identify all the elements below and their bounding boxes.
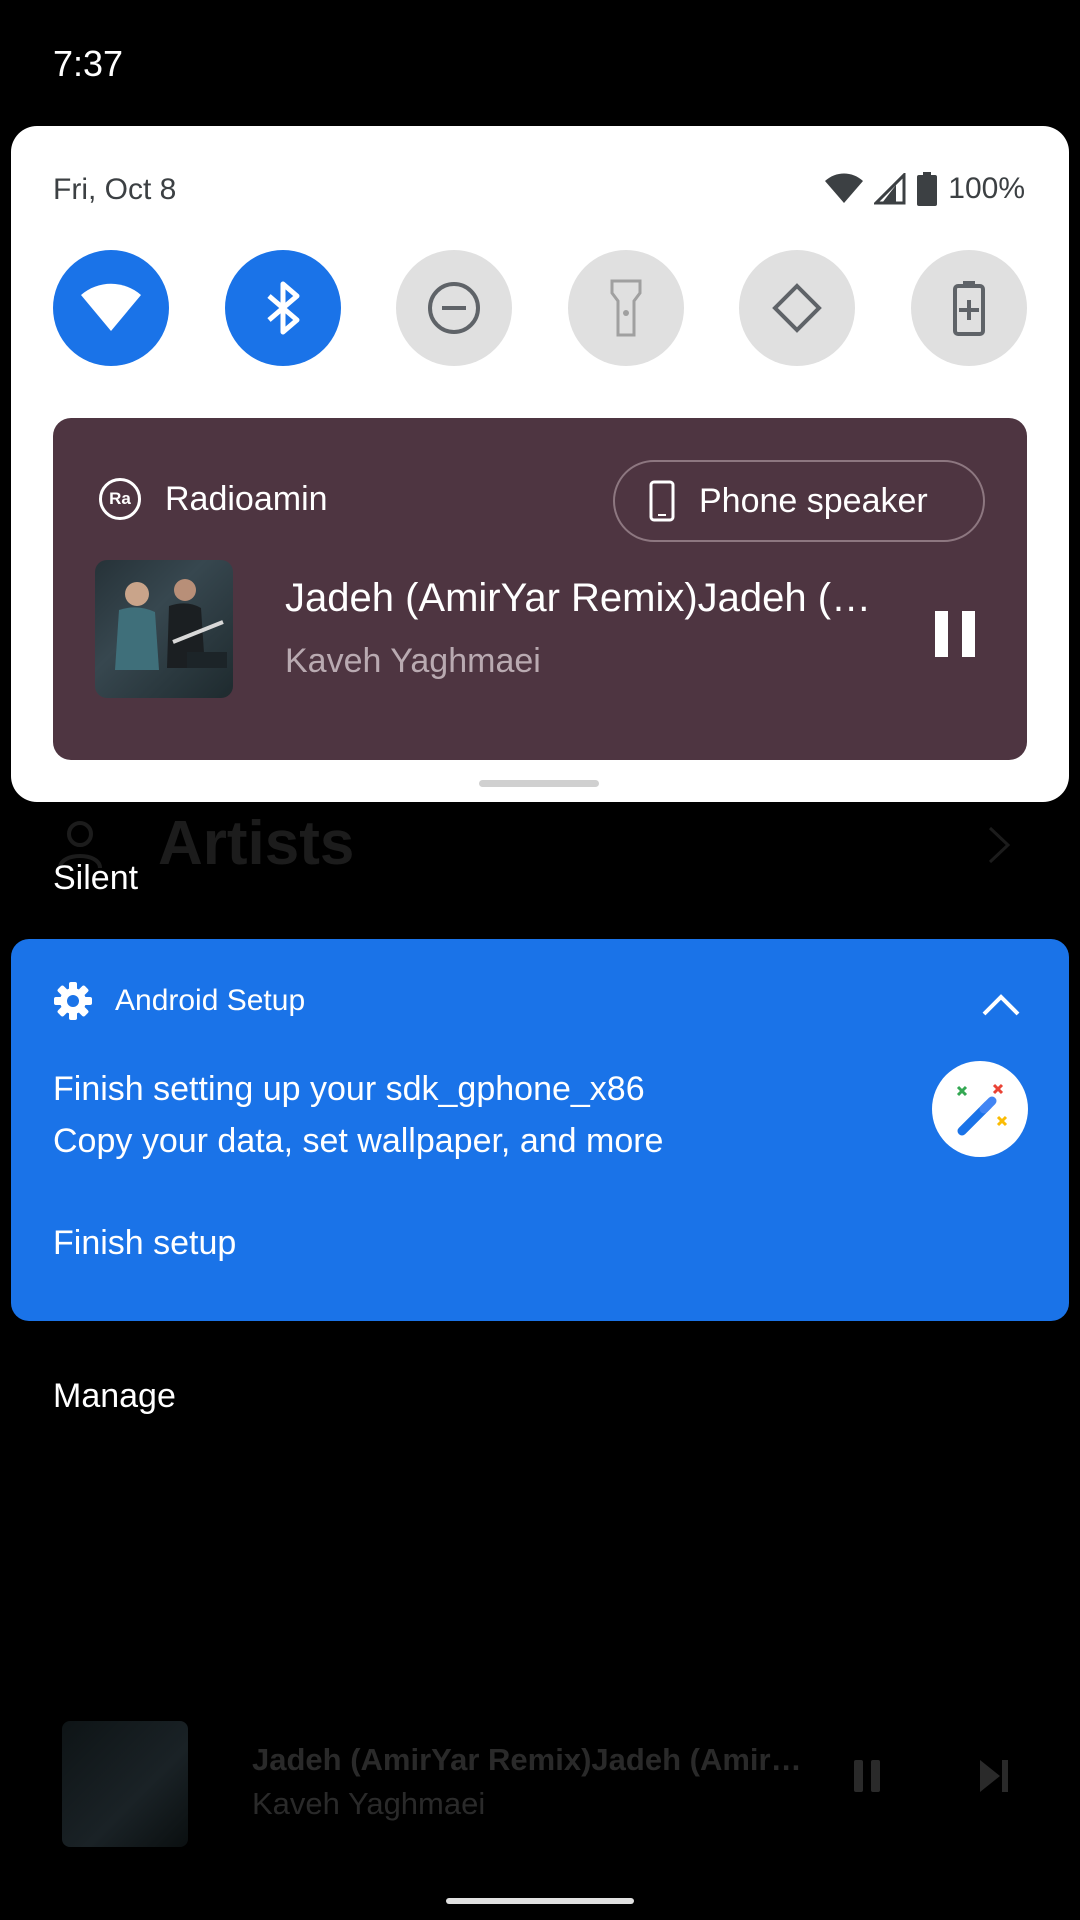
- battery-percent: 100%: [948, 172, 1025, 205]
- radioamin-app-icon: Ra: [99, 478, 141, 520]
- qs-tiles: [53, 250, 1029, 366]
- chevron-up-icon: [982, 994, 1020, 1016]
- gesture-navigation-handle[interactable]: [446, 1898, 634, 1904]
- output-label: Phone speaker: [699, 481, 928, 520]
- finish-setup-button[interactable]: Finish setup: [53, 1221, 236, 1265]
- flashlight-icon: [610, 279, 642, 337]
- notification-header: Android Setup: [53, 981, 305, 1021]
- media-card[interactable]: Ra Radioamin Phone speaker Jadeh (AmirYa…: [53, 418, 1027, 760]
- background-mini-player: Jadeh (AmirYar Remix)Jadeh (Amir… Kaveh …: [0, 1712, 1080, 1852]
- artists-label: Artists: [158, 809, 355, 878]
- mini-pause-icon: [854, 1760, 880, 1792]
- magic-wand-icon: [956, 1083, 1008, 1136]
- silent-section-label: Silent: [53, 859, 139, 897]
- android-setup-notification[interactable]: Android Setup Finish setting up your sdk…: [11, 939, 1069, 1321]
- background-artists-row: Artists: [58, 808, 1028, 880]
- wifi-tile[interactable]: [53, 250, 169, 366]
- chevron-right-icon: [988, 826, 1011, 864]
- phone-icon: [649, 480, 675, 522]
- album-art-image: [115, 579, 227, 670]
- auto-rotate-tile[interactable]: [739, 250, 855, 366]
- manage-button[interactable]: Manage: [53, 1374, 176, 1418]
- battery-saver-tile[interactable]: [911, 250, 1027, 366]
- notification-title: Finish setting up your sdk_gphone_x86: [53, 1070, 645, 1108]
- status-time: 7:37: [53, 43, 124, 84]
- signal-icon: [874, 173, 906, 205]
- media-app-header: Ra Radioamin: [99, 478, 328, 520]
- qs-status-icons: 100%: [824, 168, 1025, 210]
- bluetooth-icon: [267, 281, 300, 335]
- mini-player-title: Jadeh (AmirYar Remix)Jadeh (Amir…: [252, 1742, 802, 1777]
- notification-app-name: Android Setup: [115, 984, 306, 1017]
- mini-player-album-art: [62, 1721, 188, 1847]
- auto-rotate-icon: [772, 283, 822, 333]
- battery-saver-icon: [953, 281, 985, 336]
- wifi-status-icon: [825, 173, 864, 203]
- notification-text: Copy your data, set wallpaper, and more: [53, 1122, 664, 1160]
- album-art: [95, 560, 233, 698]
- panel-drag-handle[interactable]: [479, 780, 599, 787]
- output-switcher-button[interactable]: Phone speaker: [613, 460, 985, 542]
- do-not-disturb-tile[interactable]: [396, 250, 512, 366]
- qs-date[interactable]: Fri, Oct 8: [53, 170, 176, 210]
- media-artist: Kaveh Yaghmaei: [285, 642, 541, 680]
- gear-icon: [54, 982, 92, 1020]
- wifi-icon: [81, 283, 141, 331]
- pause-button[interactable]: [925, 604, 985, 664]
- media-title: Jadeh (AmirYar Remix)Jadeh (…: [285, 576, 872, 620]
- quick-settings-panel: Fri, Oct 8 100% Ra Radioamin Phone speak…: [11, 126, 1069, 802]
- pause-icon: [935, 611, 975, 657]
- bluetooth-tile[interactable]: [225, 250, 341, 366]
- setup-wand-icon: [932, 1061, 1028, 1157]
- collapse-button[interactable]: [979, 983, 1023, 1027]
- do-not-disturb-icon: [428, 282, 480, 334]
- mini-player-artist: Kaveh Yaghmaei: [252, 1786, 486, 1821]
- media-app-name: Radioamin: [165, 479, 328, 518]
- status-bar: 7:37: [0, 0, 1080, 126]
- mini-skip-next-icon: [980, 1760, 1008, 1792]
- battery-icon: [917, 172, 938, 206]
- flashlight-tile[interactable]: [568, 250, 684, 366]
